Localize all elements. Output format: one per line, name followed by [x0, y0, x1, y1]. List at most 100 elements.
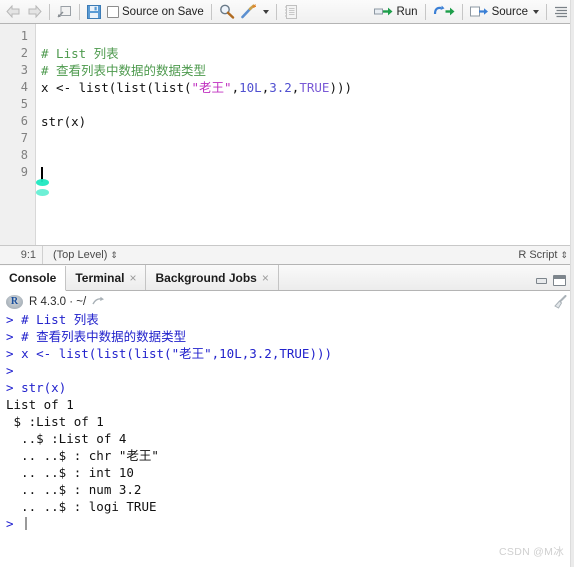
toolbar-separator: [49, 3, 50, 20]
source-icon: [469, 6, 488, 17]
show-in-new-window-icon: [57, 5, 71, 17]
console-input-text: # List 列表: [21, 312, 99, 327]
tab-bar-filler: [279, 265, 536, 290]
console-output-text: .. ..$ : logi TRUE: [6, 499, 157, 514]
console-cursor: [25, 517, 28, 530]
console-line: >: [6, 362, 574, 379]
console-output[interactable]: > # List 列表 > # 查看列表中数据的数据类型 > x <- list(l…: [0, 311, 574, 561]
console-input-line[interactable]: >: [6, 515, 574, 532]
line-number: 5: [20, 97, 28, 111]
line-number-gutter: 1 2 3 4 5 6 7 8 9: [0, 24, 36, 245]
toolbar-separator: [275, 3, 277, 20]
compile-report-button[interactable]: [281, 2, 300, 22]
code-token-plain: ,: [231, 80, 240, 95]
back-arrow-icon: [6, 5, 20, 18]
source-on-save-checkbox[interactable]: [107, 5, 119, 18]
code-editor[interactable]: 1 2 3 4 5 6 7 8 9 # List 列表 # 查看列表中数据的数据类…: [0, 24, 574, 245]
code-token-plain: x <- list(list(list(: [41, 80, 192, 95]
line-number: 6: [20, 114, 28, 128]
line-number: 8: [20, 148, 28, 162]
console-output-text: List of 1: [6, 397, 74, 412]
back-button[interactable]: [3, 2, 24, 22]
show-in-new-window-button[interactable]: [54, 2, 75, 22]
source-button[interactable]: Source: [467, 2, 542, 22]
forward-arrow-icon: [28, 5, 42, 18]
console-prompt: >: [6, 516, 22, 531]
line-number: 7: [20, 131, 28, 145]
console-prompt: >: [6, 363, 22, 378]
source-on-save-label: Source on Save: [122, 5, 204, 18]
code-token-num: 3.2: [269, 80, 292, 95]
cursor-position: 9:1: [20, 249, 36, 261]
broom-clear-console-icon[interactable]: [552, 294, 568, 309]
close-icon[interactable]: ×: [129, 271, 136, 285]
code-text-area[interactable]: # List 列表 # 查看列表中数据的数据类型 x <- list(list(li…: [36, 24, 574, 245]
code-token-const: TRUE: [299, 80, 330, 95]
toolbar-separator: [546, 3, 547, 20]
save-icon: [87, 4, 101, 19]
tab-terminal[interactable]: Terminal ×: [66, 265, 147, 290]
line-number: 1: [20, 29, 28, 43]
run-label: Run: [396, 5, 418, 18]
console-output-text: .. ..$ : int 10: [6, 465, 134, 480]
chevron-down-icon: [262, 9, 269, 14]
maximize-icon[interactable]: [553, 275, 566, 286]
pane-window-controls: [536, 275, 574, 290]
document-outline-button[interactable]: [551, 2, 571, 22]
code-line: str(x): [41, 113, 574, 130]
r-logo-icon: R: [6, 294, 23, 309]
save-button[interactable]: [84, 2, 104, 22]
source-on-save-toggle[interactable]: Source on Save: [104, 2, 207, 22]
code-tools-button[interactable]: [238, 2, 272, 22]
toolbar-separator: [210, 3, 212, 20]
file-type-label: R Script: [518, 249, 558, 261]
source-label: Source: [491, 5, 528, 18]
chevron-down-icon: [533, 9, 539, 14]
scope-selector[interactable]: (Top Level) ⇕: [42, 246, 118, 264]
line-number: 3: [20, 63, 28, 77]
console-line: > x <- list(list(list("老王",10L,3.2,TRUE)…: [6, 345, 574, 362]
console-output-text: ..$ :List of 4: [6, 431, 127, 446]
code-token-string: "老王": [191, 80, 232, 95]
tab-label: Background Jobs: [155, 270, 257, 285]
navigation-group: [3, 2, 45, 22]
toolbar-separator: [424, 3, 426, 20]
rerun-button[interactable]: [430, 2, 458, 22]
tab-background-jobs[interactable]: Background Jobs ×: [146, 265, 279, 290]
cursor-indicator-icon: [36, 189, 49, 196]
run-icon: [374, 7, 393, 16]
console-line: ..$ :List of 4: [6, 430, 574, 447]
line-number: 2: [20, 46, 28, 60]
find-replace-button[interactable]: [216, 2, 238, 22]
console-input-text: # 查看列表中数据的数据类型: [21, 329, 187, 344]
console-input-text: x <- list(list(list("老王",10L,3.2,TRUE))): [21, 346, 333, 361]
toolbar-separator: [461, 3, 463, 20]
close-icon[interactable]: ×: [262, 271, 269, 285]
stepper-icon: ⇕: [560, 249, 568, 260]
rerun-icon: [433, 5, 455, 16]
code-line: # 查看列表中数据的数据类型: [41, 62, 574, 79]
open-in-new-window-icon[interactable]: [92, 296, 105, 307]
console-line: $ :List of 1: [6, 413, 574, 430]
run-button[interactable]: Run: [371, 2, 420, 22]
editor-toolbar: Source on Save Run Source: [0, 0, 574, 24]
minimize-icon[interactable]: [536, 277, 547, 284]
console-prompt: >: [6, 380, 22, 395]
scope-label: (Top Level): [53, 249, 108, 261]
console-tab-bar: Console Terminal × Background Jobs ×: [0, 265, 574, 291]
editor-status-bar: 9:1 (Top Level) ⇕ R Script ⇕: [0, 245, 574, 265]
line-number: 9: [20, 165, 28, 179]
console-output-text: $ :List of 1: [6, 414, 104, 429]
tab-label: Console: [9, 271, 57, 285]
code-token-plain: ))): [329, 80, 353, 95]
line-number: 4: [20, 80, 28, 94]
file-type-selector[interactable]: R Script ⇕: [518, 249, 574, 261]
forward-button[interactable]: [24, 2, 45, 22]
console-working-directory: R 4.3.0 · ~/: [29, 295, 87, 308]
tab-console[interactable]: Console: [0, 266, 67, 291]
window-right-edge: [570, 0, 574, 567]
cursor-indicator-icon: [36, 179, 49, 186]
console-line: > # List 列表: [6, 311, 574, 328]
